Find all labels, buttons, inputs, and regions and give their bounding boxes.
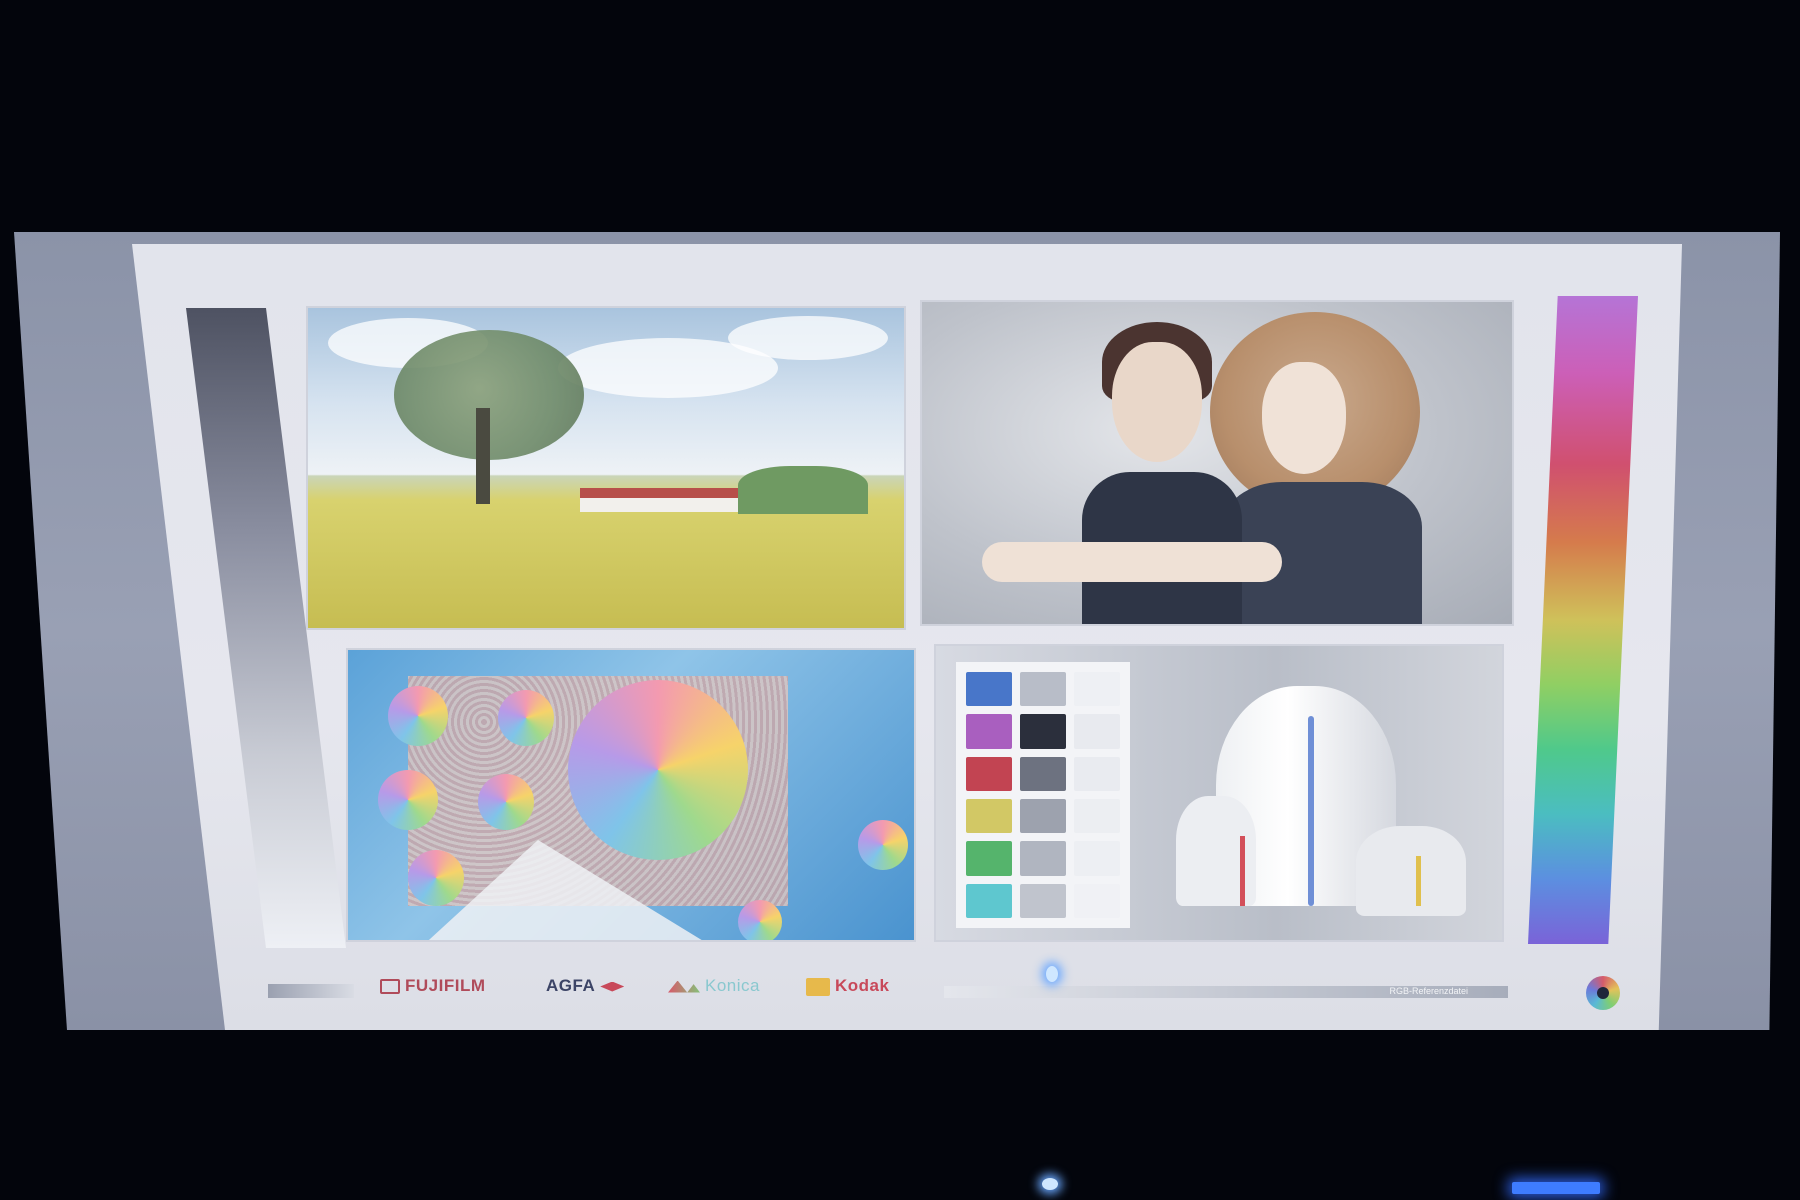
color-patch [1020, 756, 1066, 791]
farmhouse [580, 488, 740, 512]
pinwheels-photo [346, 648, 916, 942]
color-patch [1074, 672, 1120, 707]
color-patch [966, 883, 1012, 918]
color-patch [966, 714, 1012, 749]
color-patch [1020, 672, 1066, 707]
color-patch [966, 672, 1012, 707]
color-patch [1074, 883, 1120, 918]
small-pinwheel [738, 900, 782, 940]
face-right [1262, 362, 1346, 474]
kodak-mark-icon [806, 977, 830, 996]
red-stripe [1240, 836, 1245, 906]
face-left [1112, 342, 1202, 462]
folded-arms [982, 542, 1282, 582]
screen-hotspot-light [1046, 966, 1058, 982]
color-patch [966, 841, 1012, 876]
landscape-photo [306, 306, 906, 630]
footer-bar-label: RGB-Referenzdatei [1389, 986, 1468, 996]
color-patch [966, 756, 1012, 791]
kodak-logo: Kodak [806, 976, 889, 996]
color-patch [1020, 798, 1066, 834]
agfa-rhombus-icon [600, 981, 625, 992]
white-cup [1356, 826, 1466, 916]
projector-led-icon [1042, 1178, 1058, 1190]
small-pinwheel [388, 686, 448, 746]
large-pinwheel [568, 680, 748, 860]
agfa-logo: AGFA [546, 976, 625, 996]
color-patch [1074, 798, 1120, 834]
bushes [738, 466, 868, 514]
test-image-footer: FUJIFILM AGFA Konica Kodak RGB-Referenzd… [268, 972, 1620, 1010]
small-pinwheel [498, 690, 554, 746]
blue-stripe [1308, 716, 1314, 906]
color-patch [1074, 756, 1120, 791]
color-patch [1020, 714, 1066, 749]
color-patch [1074, 714, 1120, 749]
small-pinwheel [378, 770, 438, 830]
color-wheel-icon [1586, 976, 1620, 1010]
fujifilm-logo: FUJIFILM [380, 976, 486, 996]
konica-mark-icon [668, 980, 700, 993]
footer-gradient-bar: RGB-Referenzdatei [944, 986, 1508, 998]
color-patch [1020, 883, 1066, 918]
projector-panel-light [1512, 1182, 1600, 1194]
fujifilm-mark-icon [380, 979, 400, 995]
small-pinwheel [408, 850, 464, 906]
konica-logo: Konica [668, 976, 760, 996]
small-pinwheel [478, 774, 534, 830]
color-checker-still-life-photo [934, 644, 1504, 942]
color-patch [966, 798, 1012, 834]
projection-scene: FUJIFILM AGFA Konica Kodak RGB-Referenzd… [0, 0, 1800, 1200]
grey-swatch [268, 984, 354, 998]
color-checker-chart [956, 662, 1130, 928]
color-patch [1074, 841, 1120, 876]
color-patch [1020, 841, 1066, 876]
tree-trunk [476, 408, 490, 504]
yellow-stripe [1416, 856, 1421, 906]
portrait-photo [920, 300, 1514, 626]
cloud [728, 316, 888, 360]
small-pinwheel [858, 820, 908, 870]
